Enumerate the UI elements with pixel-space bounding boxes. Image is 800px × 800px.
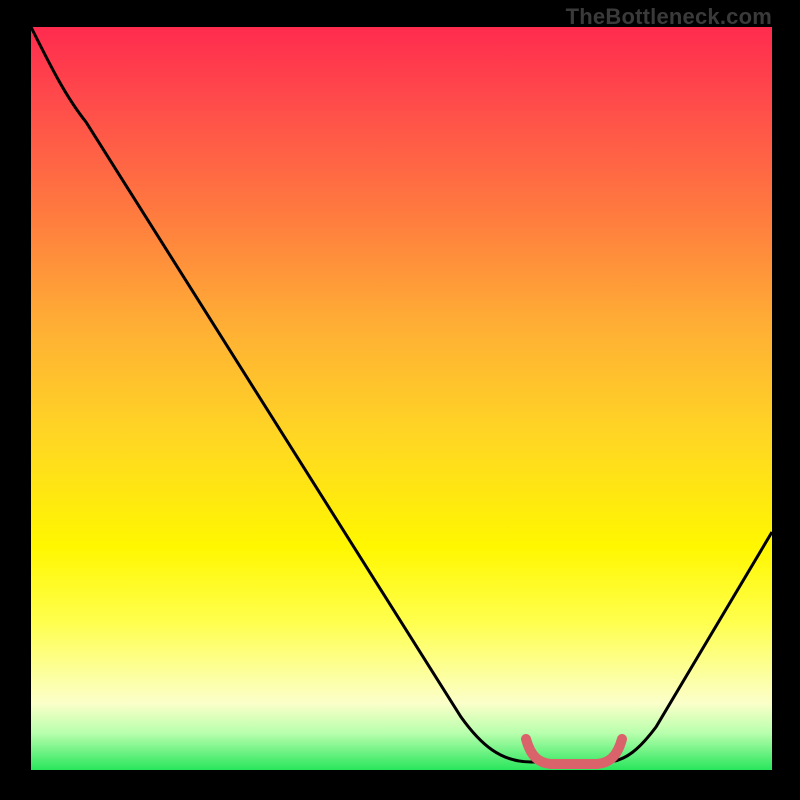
curve-layer <box>31 27 772 770</box>
plot-area <box>31 27 772 770</box>
bottleneck-curve <box>31 27 772 762</box>
optimal-range-marker <box>526 739 622 764</box>
watermark-text: TheBottleneck.com <box>566 4 772 30</box>
chart-frame: TheBottleneck.com <box>0 0 800 800</box>
